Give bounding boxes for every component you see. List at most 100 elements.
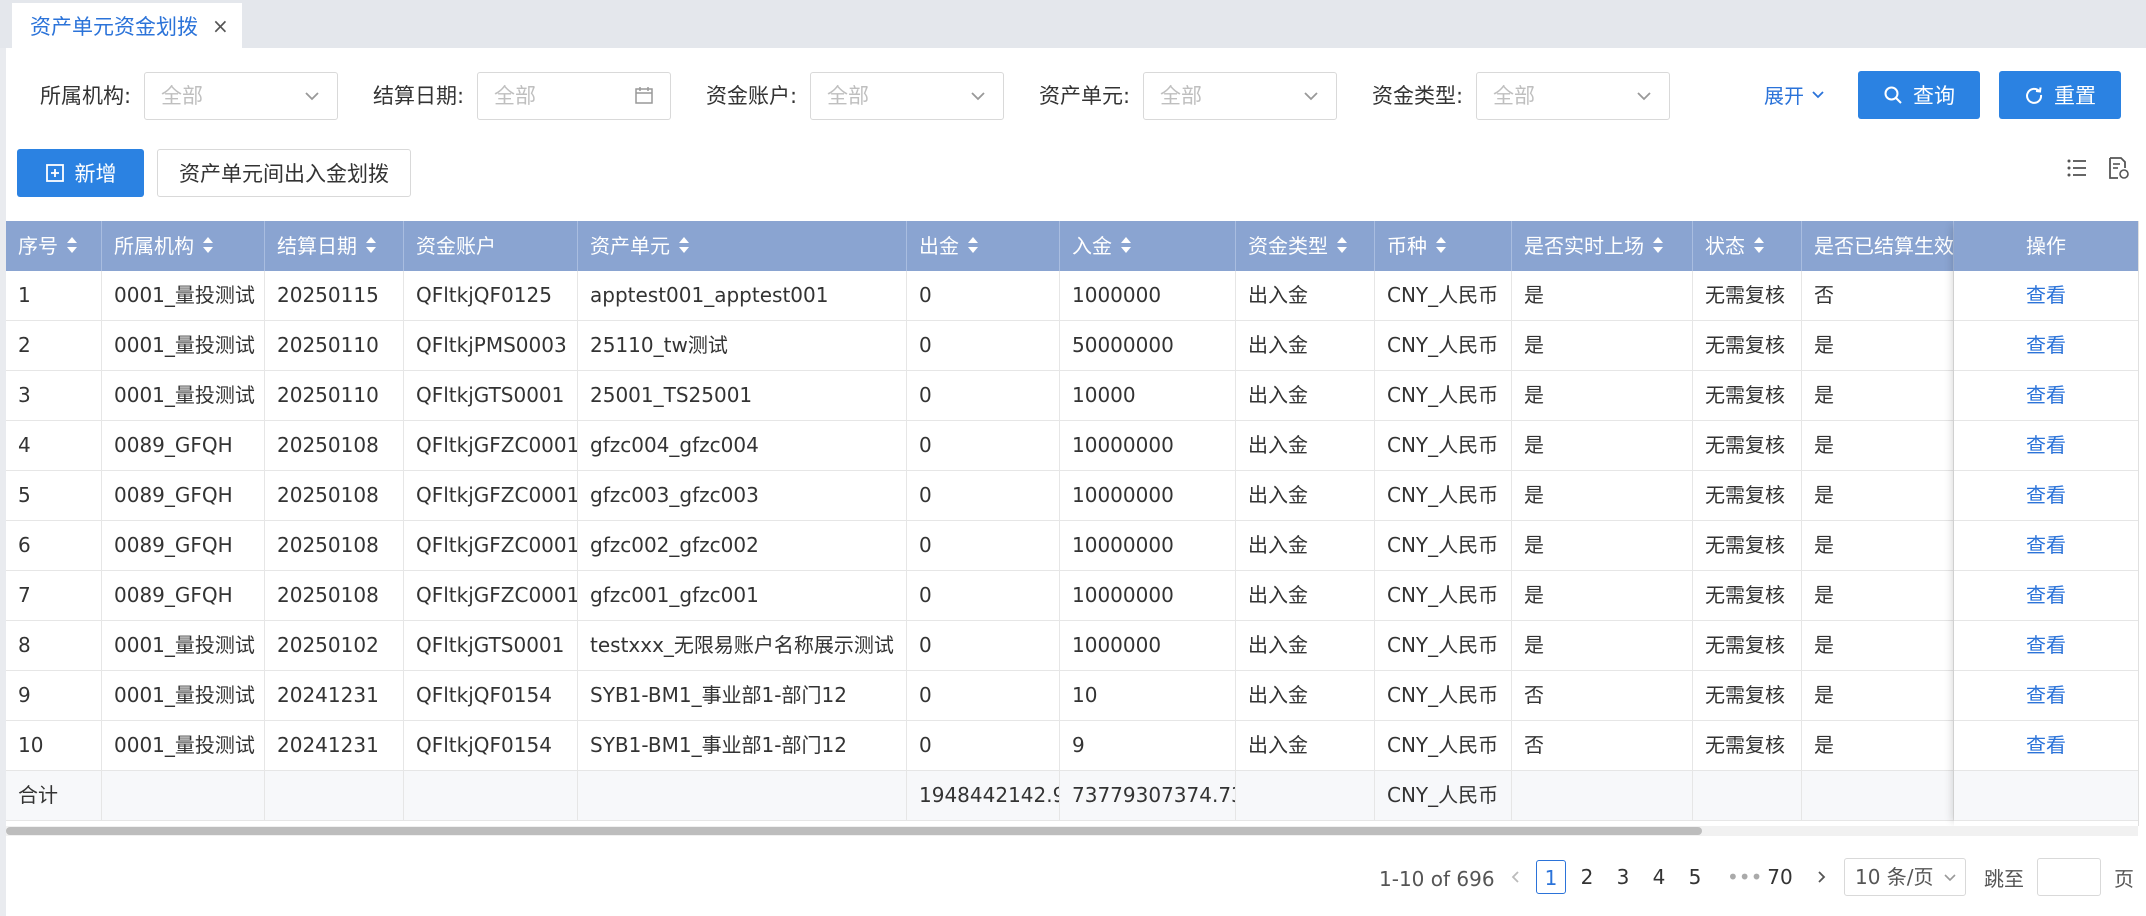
- sort-icon[interactable]: [678, 236, 690, 256]
- header-label: 资金类型: [1248, 234, 1328, 258]
- page-2[interactable]: 2: [1572, 860, 1602, 894]
- col-status-header[interactable]: 状态: [1693, 221, 1802, 271]
- col-currency-cell: CNY_人民币: [1375, 571, 1512, 621]
- view-link[interactable]: 查看: [1954, 421, 2138, 471]
- column-list-icon[interactable]: [2065, 156, 2089, 180]
- pagination-ellipsis[interactable]: •••: [1727, 860, 1762, 894]
- col-in-cell: 10000000: [1060, 571, 1236, 621]
- sort-icon[interactable]: [1336, 236, 1348, 256]
- type-select[interactable]: 全部: [1476, 72, 1670, 120]
- date-picker[interactable]: 全部: [477, 72, 671, 120]
- reset-button[interactable]: 重置: [1999, 71, 2121, 119]
- view-link[interactable]: 查看: [1954, 271, 2138, 321]
- col-realtime-header[interactable]: 是否实时上场: [1512, 221, 1693, 271]
- horizontal-scrollbar[interactable]: [6, 826, 2138, 836]
- table-row[interactable]: 6 0089_GFQH 20250108 QFltkjGFZC0001 gfzc002_…: [6, 521, 2138, 571]
- export-icon[interactable]: [2106, 156, 2130, 180]
- col-unit-header[interactable]: 资产单元: [578, 221, 907, 271]
- col-account-cell: QFltkjQF0154: [404, 721, 578, 771]
- header-label: 是否已结算生效: [1814, 234, 1954, 258]
- col-unit-cell: 25001_TS25001: [578, 371, 907, 421]
- date-picker-value: 全部: [494, 84, 536, 108]
- sort-icon[interactable]: [1435, 236, 1447, 256]
- col-out-header[interactable]: 出金: [907, 221, 1060, 271]
- add-button[interactable]: 新增: [17, 149, 144, 197]
- summary-cell: CNY_人民币: [1375, 771, 1512, 821]
- query-button[interactable]: 查询: [1858, 71, 1980, 119]
- chevron-right-icon[interactable]: [1813, 869, 1829, 885]
- col-out-cell: 0: [907, 371, 1060, 421]
- view-link[interactable]: 查看: [1954, 671, 2138, 721]
- chevron-down-icon: [1304, 92, 1318, 101]
- col-type-cell: 出入金: [1236, 421, 1375, 471]
- col-currency-header[interactable]: 币种: [1375, 221, 1512, 271]
- sort-icon[interactable]: [202, 236, 214, 256]
- page-3[interactable]: 3: [1608, 860, 1638, 894]
- scrollbar-thumb[interactable]: [6, 827, 1702, 835]
- col-index-cell: 8: [6, 621, 102, 671]
- sort-icon[interactable]: [1652, 236, 1664, 256]
- sort-icon[interactable]: [66, 236, 78, 256]
- table-row[interactable]: 3 0001_量投测试 20250110 QFltkjGTS0001 25001_TS2…: [6, 371, 2138, 421]
- col-org-header[interactable]: 所属机构: [102, 221, 265, 271]
- expand-toggle[interactable]: 展开: [1764, 80, 1826, 109]
- page-last[interactable]: 70: [1765, 860, 1795, 894]
- query-label: 查询: [1913, 84, 1955, 108]
- table-row[interactable]: 1 0001_量投测试 20250115 QFltkjQF0125 apptest001…: [6, 271, 2138, 321]
- view-link[interactable]: 查看: [1954, 471, 2138, 521]
- page-size-select[interactable]: 10 条/页: [1844, 858, 1966, 896]
- col-out-cell: 0: [907, 521, 1060, 571]
- col-currency-cell: CNY_人民币: [1375, 671, 1512, 721]
- col-account-cell: QFltkjGFZC0001: [404, 471, 578, 521]
- summary-cell: [578, 771, 907, 821]
- col-index-header[interactable]: 序号: [6, 221, 102, 271]
- page-5[interactable]: 5: [1680, 860, 1710, 894]
- view-link[interactable]: 查看: [1954, 571, 2138, 621]
- org-select[interactable]: 全部: [144, 72, 338, 120]
- tab-fund-transfer[interactable]: 资产单元资金划拨 ×: [12, 3, 242, 49]
- view-link[interactable]: 查看: [1954, 371, 2138, 421]
- page-4[interactable]: 4: [1644, 860, 1674, 894]
- account-select[interactable]: 全部: [810, 72, 1004, 120]
- col-date-header[interactable]: 结算日期: [265, 221, 404, 271]
- col-status-cell: 无需复核: [1693, 721, 1802, 771]
- col-in-cell: 10000000: [1060, 421, 1236, 471]
- col-type-header[interactable]: 资金类型: [1236, 221, 1375, 271]
- col-type-cell: 出入金: [1236, 371, 1375, 421]
- table-row[interactable]: 10 0001_量投测试 20241231 QFltkjQF0154 SYB1-BM1_…: [6, 721, 2138, 771]
- col-in-cell: 10000: [1060, 371, 1236, 421]
- col-in-header[interactable]: 入金: [1060, 221, 1236, 271]
- col-realtime-cell: 是: [1512, 371, 1693, 421]
- col-account-cell: QFltkjQF0154: [404, 671, 578, 721]
- table-row[interactable]: 7 0089_GFQH 20250108 QFltkjGFZC0001 gfzc001_…: [6, 571, 2138, 621]
- view-link[interactable]: 查看: [1954, 521, 2138, 571]
- table-row[interactable]: 9 0001_量投测试 20241231 QFltkjQF0154 SYB1-BM1_事…: [6, 671, 2138, 721]
- transfer-between-units-button[interactable]: 资产单元间出入金划拨: [157, 149, 411, 197]
- sort-icon[interactable]: [365, 236, 377, 256]
- col-org-cell: 0001_量投测试: [102, 621, 265, 671]
- summary-cell: [404, 771, 578, 821]
- close-icon[interactable]: ×: [212, 14, 229, 38]
- transfer-label: 资产单元间出入金划拨: [179, 162, 389, 186]
- col-org-cell: 0089_GFQH: [102, 521, 265, 571]
- col-in-cell: 10: [1060, 671, 1236, 721]
- table-row[interactable]: 8 0001_量投测试 20250102 QFltkjGTS0001 testxxx_无…: [6, 621, 2138, 671]
- page-1[interactable]: 1: [1536, 860, 1566, 894]
- summary-cell: [1236, 771, 1375, 821]
- table-row[interactable]: 4 0089_GFQH 20250108 QFltkjGFZC0001 gfzc004_…: [6, 421, 2138, 471]
- table-row[interactable]: 5 0089_GFQH 20250108 QFltkjGFZC0001 gfzc003_…: [6, 471, 2138, 521]
- chevron-left-icon[interactable]: [1508, 869, 1524, 885]
- sort-icon[interactable]: [1753, 236, 1765, 256]
- col-unit-cell: gfzc003_gfzc003: [578, 471, 907, 521]
- view-link[interactable]: 查看: [1954, 721, 2138, 771]
- table-row[interactable]: 2 0001_量投测试 20250110 QFltkjPMS0003 25110_tw测…: [6, 321, 2138, 371]
- col-unit-cell: apptest001_apptest001: [578, 271, 907, 321]
- sort-icon[interactable]: [1120, 236, 1132, 256]
- sort-icon[interactable]: [967, 236, 979, 256]
- view-link[interactable]: 查看: [1954, 321, 2138, 371]
- unit-select[interactable]: 全部: [1143, 72, 1337, 120]
- view-link[interactable]: 查看: [1954, 621, 2138, 671]
- col-status-cell: 无需复核: [1693, 671, 1802, 721]
- jump-page-input[interactable]: [2037, 858, 2101, 896]
- chevron-down-icon: [305, 92, 319, 101]
